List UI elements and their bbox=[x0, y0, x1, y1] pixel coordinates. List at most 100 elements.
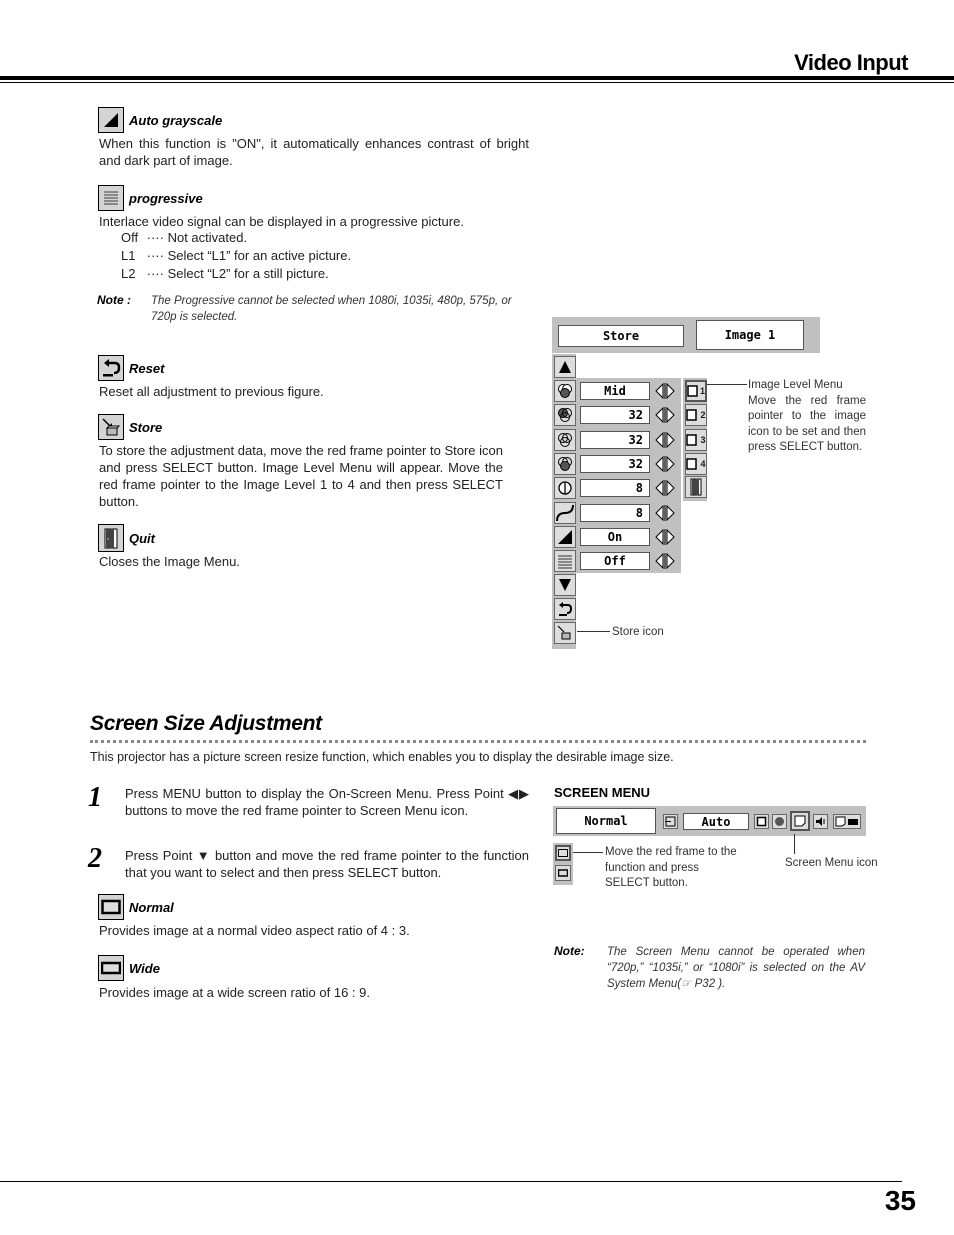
reset-description: Reset all adjustment to previous figure. bbox=[99, 384, 324, 399]
wide-option-icon[interactable] bbox=[555, 865, 571, 881]
pc-adjust-icon[interactable] bbox=[754, 814, 769, 829]
scroll-down-icon[interactable] bbox=[554, 574, 576, 596]
level-number: 4 bbox=[700, 458, 706, 469]
adjust-arrows-icon[interactable] bbox=[654, 479, 676, 501]
screen-options-column bbox=[553, 843, 573, 885]
auto-grayscale-icon[interactable] bbox=[554, 525, 576, 548]
sharpness-icon[interactable] bbox=[554, 477, 576, 500]
setting-value-field[interactable]: Off bbox=[580, 552, 650, 571]
option-row: Off ···· Not activated. bbox=[121, 230, 248, 245]
progressive-icon[interactable] bbox=[554, 550, 576, 573]
store-heading: Store bbox=[98, 414, 162, 440]
auto-grayscale-heading: Auto grayscale bbox=[98, 107, 222, 133]
note-text: The Progressive cannot be selected when … bbox=[151, 295, 512, 323]
item-title: Quit bbox=[129, 530, 155, 546]
setting-value-field[interactable]: 32 bbox=[580, 406, 650, 425]
input-icon[interactable] bbox=[663, 814, 678, 829]
callout-leader bbox=[794, 834, 795, 854]
adjust-arrows-icon[interactable] bbox=[654, 407, 676, 428]
progressive-options: Off ···· Not activated. L1 ···· Select “… bbox=[121, 229, 351, 283]
setting-value-field[interactable]: On bbox=[580, 527, 650, 546]
image-level-2-icon[interactable]: 2 bbox=[685, 404, 707, 427]
quit-icon bbox=[98, 524, 124, 552]
image-menu-header-bar: Store Image 1 bbox=[552, 317, 820, 353]
reset-heading: Reset bbox=[98, 355, 164, 381]
step-number: 1 bbox=[88, 782, 102, 813]
progressive-description: Interlace video signal can be displayed … bbox=[99, 214, 464, 229]
quit-icon[interactable] bbox=[685, 476, 707, 498]
step-number: 2 bbox=[88, 843, 102, 874]
normal-description: Provides image at a normal video aspect … bbox=[99, 923, 410, 938]
scroll-up-icon[interactable] bbox=[554, 356, 576, 378]
screen-mode-field: Normal bbox=[556, 808, 656, 834]
quit-description: Closes the Image Menu. bbox=[99, 554, 240, 569]
item-title: Store bbox=[129, 419, 163, 435]
reset-icon bbox=[98, 355, 124, 381]
image-level-1-icon[interactable]: 1 bbox=[685, 380, 707, 402]
wide-screen-icon bbox=[98, 955, 124, 981]
store-icon bbox=[98, 414, 124, 440]
auto-grayscale-description: When this function is "ON", it automatic… bbox=[99, 136, 529, 168]
store-icon[interactable] bbox=[554, 622, 576, 644]
adjust-arrows-icon[interactable] bbox=[654, 528, 676, 550]
progressive-heading: progressive bbox=[98, 185, 203, 211]
auto-grayscale-icon bbox=[98, 107, 124, 133]
gamma-icon[interactable] bbox=[554, 501, 576, 524]
auto-field: Auto bbox=[683, 813, 749, 830]
step-text: Press Point ▼ button and move the red fr… bbox=[125, 848, 529, 880]
color-balance-icon[interactable] bbox=[554, 380, 576, 402]
page-number: 35 bbox=[884, 1185, 916, 1216]
color-blue-icon[interactable] bbox=[554, 452, 576, 475]
level-number: 2 bbox=[700, 410, 706, 421]
store-field: Store bbox=[558, 325, 684, 347]
section-intro: This projector has a picture screen resi… bbox=[90, 750, 674, 764]
setting-value-field[interactable]: 8 bbox=[580, 503, 650, 522]
normal-screen-icon bbox=[98, 894, 124, 920]
adjust-arrows-icon[interactable] bbox=[654, 431, 676, 453]
progressive-icon bbox=[98, 185, 124, 211]
color-red-icon[interactable] bbox=[554, 404, 576, 427]
step-text: Press MENU button to display the On-Scre… bbox=[125, 786, 529, 818]
setting-value-field[interactable]: 8 bbox=[580, 479, 650, 498]
image-select-icon[interactable] bbox=[772, 814, 787, 829]
image-level-3-icon[interactable]: 3 bbox=[685, 428, 707, 451]
level-number: 1 bbox=[699, 386, 705, 396]
screen-menu-icon[interactable] bbox=[790, 811, 810, 831]
note-text: The Screen Menu cannot be operated when … bbox=[607, 946, 865, 990]
setting-value-field[interactable]: Mid bbox=[580, 382, 650, 400]
option-row: L1 ···· Select “L1” for an active pictur… bbox=[121, 248, 352, 263]
callout-leader bbox=[577, 631, 610, 632]
item-title: Reset bbox=[129, 360, 165, 376]
sound-icon[interactable] bbox=[813, 814, 828, 829]
setting-value-field[interactable]: 32 bbox=[580, 454, 650, 473]
normal-heading: Normal bbox=[98, 894, 174, 920]
move-frame-callout: Move the red frame to the function and p… bbox=[605, 846, 737, 889]
screen-menu-label: SCREEN MENU bbox=[554, 785, 651, 800]
item-title: Wide bbox=[129, 960, 160, 976]
note-label: Note: bbox=[554, 944, 585, 958]
color-green-icon[interactable] bbox=[554, 428, 576, 451]
reset-icon[interactable] bbox=[554, 598, 576, 620]
setting-value-field[interactable]: 32 bbox=[580, 430, 650, 449]
adjust-arrows-icon[interactable] bbox=[654, 552, 676, 574]
callout-leader bbox=[573, 852, 603, 853]
image-level-field: Image 1 bbox=[696, 320, 804, 350]
screen-menu-bar: Normal Auto bbox=[553, 806, 866, 836]
adjust-arrows-icon[interactable] bbox=[654, 504, 676, 526]
image-level-callout: Image Level Menu Move the red frame poin… bbox=[748, 379, 866, 453]
item-title: progressive bbox=[129, 190, 203, 206]
adjust-arrows-icon[interactable] bbox=[654, 382, 676, 404]
normal-option-icon[interactable] bbox=[555, 845, 571, 861]
page-header-title: Video Input bbox=[794, 50, 908, 75]
callout-leader bbox=[707, 384, 747, 385]
adjust-arrows-icon[interactable] bbox=[654, 455, 676, 477]
wide-heading: Wide bbox=[98, 955, 160, 981]
section-divider bbox=[90, 740, 866, 743]
header-rule-thin bbox=[0, 82, 954, 83]
footer-rule bbox=[0, 1181, 902, 1182]
store-icon-callout: Store icon bbox=[612, 626, 664, 638]
option-row: L2 ···· Select “L2” for a still picture. bbox=[121, 266, 329, 281]
image-level-4-icon[interactable]: 4 bbox=[685, 452, 707, 475]
setting-icon[interactable] bbox=[833, 814, 861, 829]
quit-heading: Quit bbox=[98, 524, 155, 552]
